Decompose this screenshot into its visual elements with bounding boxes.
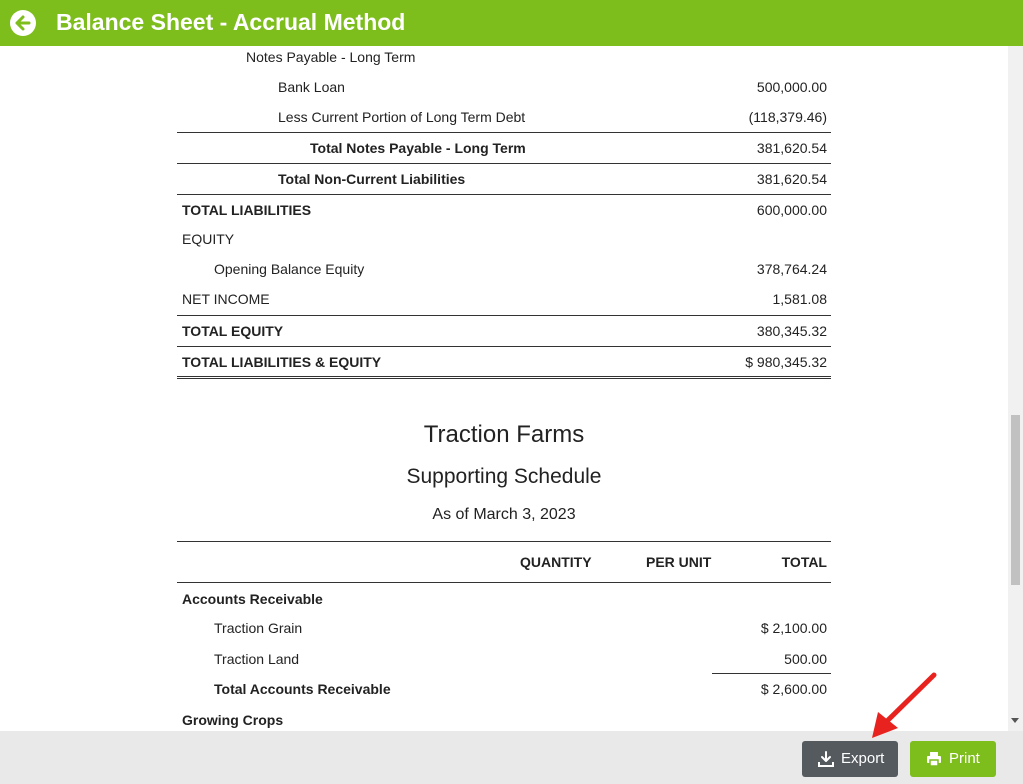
report-row: Opening Balance Equity 378,764.24 [177,254,831,284]
row-label: Growing Crops [182,712,284,728]
page-title: Balance Sheet - Accrual Method [56,9,406,35]
column-header-per-unit: PER UNIT [646,554,712,570]
schedule-row: Traction Grain $ 2,100.00 [177,613,831,643]
row-label: TOTAL LIABILITIES [182,202,312,218]
row-label: Notes Payable - Long Term [246,49,416,65]
row-value: 500.00 [784,651,827,667]
divider [177,582,831,583]
export-label: Export [841,750,885,767]
report-row: TOTAL EQUITY 380,345.32 [177,315,831,346]
schedule-row: Traction Land 500.00 [177,644,831,674]
report-row: Bank Loan 500,000.00 [177,72,831,102]
row-label: EQUITY [182,231,235,247]
print-label: Print [949,750,980,767]
row-value: 1,581.08 [772,291,828,307]
row-value: 378,764.24 [756,261,827,277]
back-button[interactable] [10,10,36,36]
schedule-date: As of March 3, 2023 [432,506,576,523]
report-row: Less Current Portion of Long Term Debt (… [177,102,831,132]
scrollbar-thumb[interactable] [1011,415,1020,585]
double-underline [177,376,831,379]
report-scroll-area[interactable]: Notes Payable - Long Term Bank Loan 500,… [0,46,1008,731]
row-label: Accounts Receivable [182,591,323,607]
vertical-scrollbar[interactable] [1008,46,1023,731]
row-label: Total Accounts Receivable [214,681,391,697]
report-row: TOTAL LIABILITIES 600,000.00 [177,194,831,225]
company-name: Traction Farms [423,421,585,448]
row-value: 600,000.00 [756,202,827,218]
report-row: Total Notes Payable - Long Term 381,620.… [177,132,831,163]
scroll-down-arrow-icon[interactable] [1011,718,1019,723]
row-value: 500,000.00 [756,79,827,95]
row-label: Bank Loan [278,79,345,95]
row-label: Traction Land [214,651,300,667]
row-value: $ 2,100.00 [760,620,827,636]
column-header-quantity: QUANTITY [520,554,592,570]
row-value: 381,620.54 [756,171,827,187]
row-label: Total Non-Current Liabilities [278,171,466,187]
printer-icon [927,752,941,767]
download-icon [818,751,834,767]
row-label: Less Current Portion of Long Term Debt [278,109,526,125]
red-arrow-annotation-icon [872,672,937,738]
report-row: EQUITY [177,224,831,254]
report-row: Notes Payable - Long Term [177,46,831,72]
row-label: TOTAL EQUITY [182,323,284,339]
column-header-total: TOTAL [781,554,827,570]
schedule-title: Supporting Schedule [406,465,602,488]
row-value: 381,620.54 [756,140,827,156]
header-bar: Balance Sheet - Accrual Method [0,0,1023,46]
row-value: $ 2,600.00 [760,681,827,697]
report-row: NET INCOME 1,581.08 [177,284,831,314]
schedule-row: Growing Crops [177,705,831,731]
report-row: TOTAL LIABILITIES & EQUITY $ 980,345.32 [177,346,831,377]
row-label: Total Notes Payable - Long Term [310,140,526,156]
row-label: Opening Balance Equity [214,261,365,277]
row-value: (118,379.46) [748,109,827,125]
row-label: NET INCOME [182,291,270,307]
schedule-row: Accounts Receivable [177,584,831,614]
row-value: $ 980,345.32 [745,354,827,370]
row-label: TOTAL LIABILITIES & EQUITY [182,354,382,370]
arrow-left-circle-icon [15,15,31,31]
report-row: Total Non-Current Liabilities 381,620.54 [177,163,831,194]
divider [177,541,831,542]
schedule-row: Total Accounts Receivable $ 2,600.00 [177,674,831,704]
row-label: Traction Grain [214,620,303,636]
row-value: 380,345.32 [756,323,827,339]
